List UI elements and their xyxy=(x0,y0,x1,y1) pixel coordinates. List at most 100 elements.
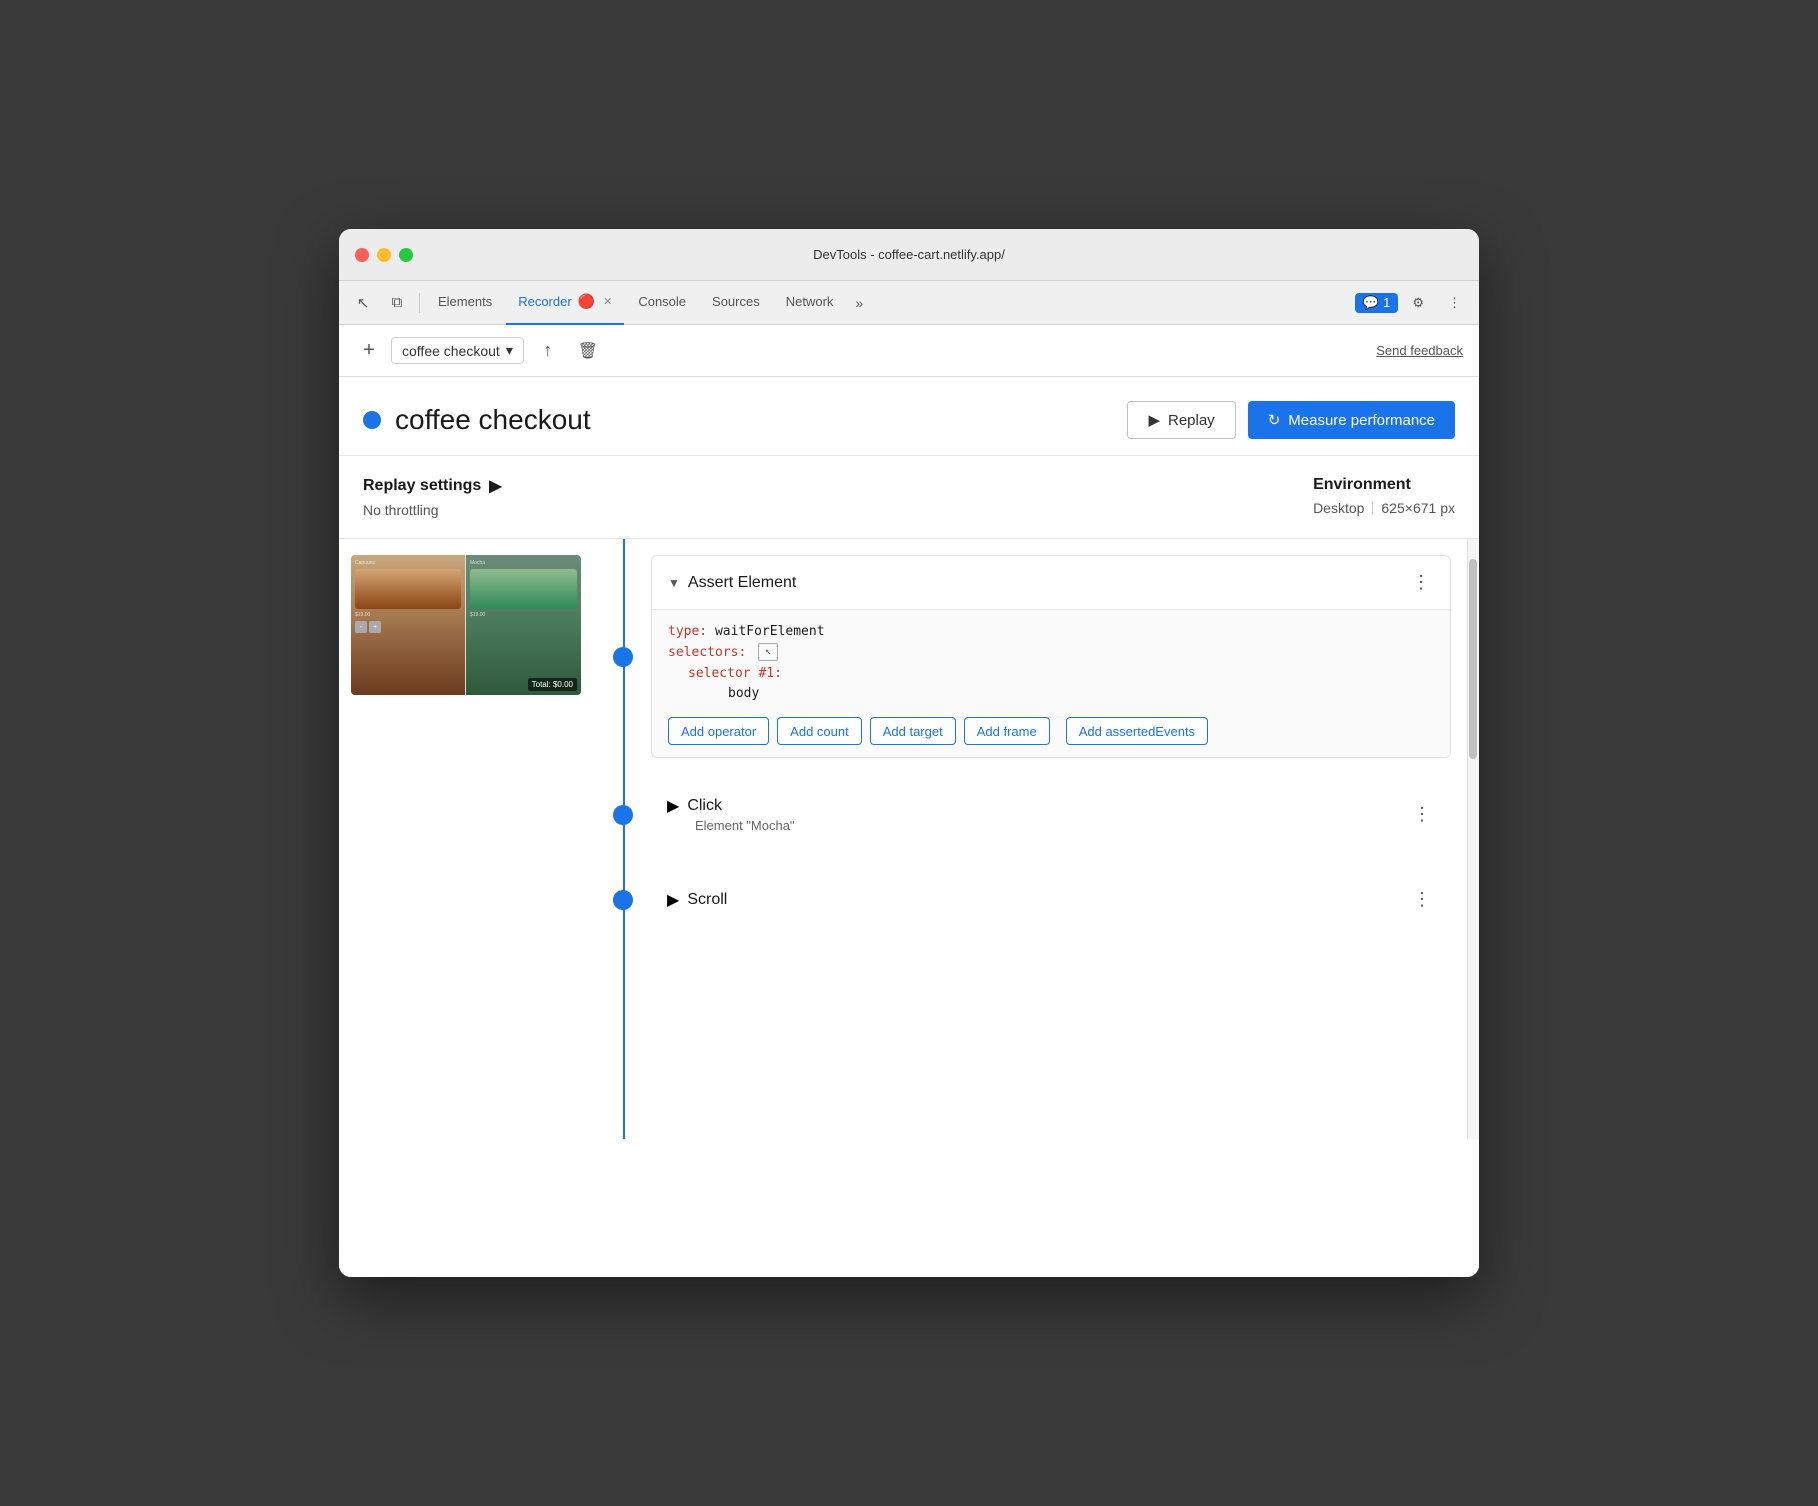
recorder-main: coffee checkout ▶ Replay ↻ Measure perfo… xyxy=(339,377,1479,1277)
send-feedback-link[interactable]: Send feedback xyxy=(1376,343,1463,358)
add-operator-btn[interactable]: Add operator xyxy=(668,717,769,745)
steps-list: ▼ Assert Element ⋮ type: waitForElement … xyxy=(599,539,1467,1139)
export-icon: ↑ xyxy=(543,340,552,361)
step-1-header[interactable]: ▼ Assert Element ⋮ xyxy=(652,556,1450,609)
step-3-menu-btn[interactable]: ⋮ xyxy=(1409,885,1435,914)
tab-elements[interactable]: Elements xyxy=(426,281,504,325)
environment-value: Desktop 625×671 px xyxy=(1313,500,1455,516)
environment-desktop: Desktop xyxy=(1313,500,1364,516)
elements-tab-label: Elements xyxy=(438,294,492,309)
pointer-icon-btn[interactable]: ↖ xyxy=(347,287,379,319)
sources-tab-label: Sources xyxy=(712,294,760,309)
step-1-body: type: waitForElement selectors: ↖ select… xyxy=(652,609,1450,757)
type-key: type: xyxy=(668,624,707,639)
device-toolbar-btn[interactable]: ⧉ xyxy=(381,287,413,319)
measure-performance-button[interactable]: ↻ Measure performance xyxy=(1248,401,1455,439)
maximize-button[interactable] xyxy=(399,248,413,262)
step-2-menu-btn[interactable]: ⋮ xyxy=(1409,800,1435,829)
step-1-action-buttons: Add operator Add count Add target Add fr… xyxy=(668,717,1434,745)
add-asserted-events-btn[interactable]: Add assertedEvents xyxy=(1066,717,1208,745)
thumb-price-2: $19.00 xyxy=(470,612,577,618)
chat-icon: 💬 xyxy=(1363,295,1379,311)
step-scroll: ▶ Scroll ⋮ xyxy=(599,871,1467,928)
step-2-subtitle: Element "Mocha" xyxy=(695,818,795,833)
recording-title: coffee checkout xyxy=(395,404,591,436)
window-title: DevTools - coffee-cart.netlify.app/ xyxy=(813,247,1005,262)
title-bar: DevTools - coffee-cart.netlify.app/ xyxy=(339,229,1479,281)
tab-network[interactable]: Network xyxy=(774,281,846,325)
add-count-btn[interactable]: Add count xyxy=(777,717,862,745)
step-2-title-row: ▶ Click xyxy=(667,796,795,816)
thumb-text-1: Capuuno xyxy=(355,560,461,566)
step-3-title-row: ▶ Scroll xyxy=(667,890,727,910)
step-3-content: ▶ Scroll ⋮ xyxy=(651,871,1451,928)
replay-play-icon: ▶ xyxy=(1148,411,1160,429)
layers-icon: ⧉ xyxy=(392,294,403,311)
minimize-button[interactable] xyxy=(377,248,391,262)
export-btn[interactable]: ↑ xyxy=(532,335,564,367)
recording-selector[interactable]: coffee checkout ▾ xyxy=(391,337,524,364)
step-1-menu-btn[interactable]: ⋮ xyxy=(1408,568,1434,597)
thumb-price-1: $19.00 xyxy=(355,612,461,618)
step-2-header[interactable]: ▶ Click Element "Mocha" ⋮ xyxy=(651,782,1451,847)
replay-label: Replay xyxy=(1168,412,1215,429)
add-target-btn[interactable]: Add target xyxy=(870,717,956,745)
scrollbar[interactable] xyxy=(1467,539,1479,1139)
step-3-header[interactable]: ▶ Scroll ⋮ xyxy=(651,871,1451,928)
recording-title-group: coffee checkout xyxy=(363,404,591,436)
scrollbar-thumb[interactable] xyxy=(1469,559,1477,759)
close-button[interactable] xyxy=(355,248,369,262)
plus-icon: + xyxy=(363,339,375,362)
environment-group: Environment Desktop 625×671 px xyxy=(1313,476,1455,518)
dropdown-icon: ▾ xyxy=(506,342,513,359)
tab-recorder[interactable]: Recorder 🔴 ✕ xyxy=(506,281,624,325)
recorder-indicator: 🔴 xyxy=(578,293,595,310)
delete-btn[interactable]: 🗑 xyxy=(572,335,604,367)
chat-count: 1 xyxy=(1383,295,1390,310)
measure-label: Measure performance xyxy=(1288,412,1435,429)
recording-header: coffee checkout ▶ Replay ↻ Measure perfo… xyxy=(339,377,1479,456)
step-2-content: ▶ Click Element "Mocha" ⋮ xyxy=(651,782,1451,847)
devtools-window: DevTools - coffee-cart.netlify.app/ ↖ ⧉ … xyxy=(339,229,1479,1277)
tab-console[interactable]: Console xyxy=(626,281,698,325)
step-3-title: Scroll xyxy=(687,891,727,909)
step-assert-element: ▼ Assert Element ⋮ type: waitForElement … xyxy=(599,555,1467,758)
recording-status-dot xyxy=(363,411,381,429)
settings-btn[interactable]: ⚙ xyxy=(1402,289,1434,317)
coffee-cup-2 xyxy=(470,569,577,609)
pointer-icon: ↖ xyxy=(357,294,370,312)
expand-chevron-2: ▶ xyxy=(667,796,679,816)
gear-icon: ⚙ xyxy=(1412,295,1424,311)
env-separator xyxy=(1372,501,1373,515)
more-options-btn[interactable]: ⋮ xyxy=(1438,289,1471,317)
replay-settings-arrow: ▶ xyxy=(489,476,501,496)
selector1-value: body xyxy=(668,684,1434,705)
step-dot-3 xyxy=(613,890,633,910)
replay-settings-group: Replay settings ▶ No throttling xyxy=(363,476,502,518)
step-1-content: ▼ Assert Element ⋮ type: waitForElement … xyxy=(651,555,1451,758)
coffee-cup-1 xyxy=(355,569,461,609)
collapse-chevron: ▼ xyxy=(668,576,680,590)
replay-settings-title[interactable]: Replay settings ▶ xyxy=(363,476,502,496)
step-2-left: ▶ Click Element "Mocha" xyxy=(667,796,795,833)
step-card-1: ▼ Assert Element ⋮ type: waitForElement … xyxy=(651,555,1451,758)
type-value: waitForElement xyxy=(707,624,824,639)
step-dot-1 xyxy=(613,647,633,667)
recording-thumbnail: Capuuno $19.00 - + Mocha $19.00 Total: $… xyxy=(351,555,581,695)
more-tabs-btn[interactable]: » xyxy=(847,295,871,311)
replay-button[interactable]: ▶ Replay xyxy=(1127,401,1235,439)
step-1-title: Assert Element xyxy=(688,574,796,592)
recorder-tab-label: Recorder xyxy=(518,294,571,309)
traffic-lights xyxy=(355,248,413,262)
thumbnail-panel: Capuuno $19.00 - + Mocha $19.00 Total: $… xyxy=(339,539,599,1139)
add-frame-btn[interactable]: Add frame xyxy=(964,717,1050,745)
throttling-value: No throttling xyxy=(363,502,502,518)
step-3-left: ▶ Scroll xyxy=(667,890,727,910)
total-badge: Total: $0.00 xyxy=(528,678,577,691)
tab-sources[interactable]: Sources xyxy=(700,281,772,325)
chat-badge[interactable]: 💬 1 xyxy=(1355,293,1398,313)
devtools-actions: 💬 1 ⚙ ⋮ xyxy=(1355,289,1471,317)
recorder-close-icon[interactable]: ✕ xyxy=(603,295,612,308)
add-recording-btn[interactable]: + xyxy=(355,337,383,365)
delete-icon: 🗑 xyxy=(578,341,598,361)
